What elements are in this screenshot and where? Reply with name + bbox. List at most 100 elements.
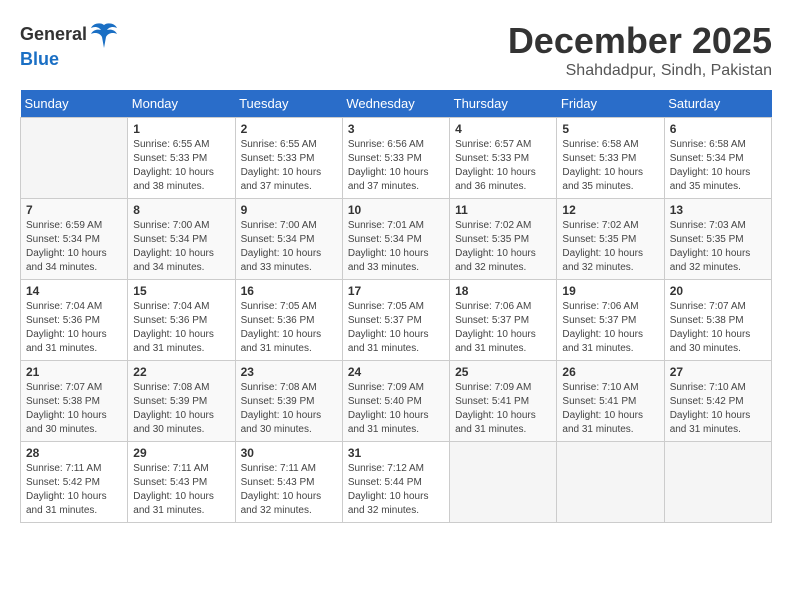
day-info: Sunrise: 7:05 AMSunset: 5:36 PMDaylight:… [241,300,337,356]
day-info: Sunrise: 7:06 AMSunset: 5:37 PMDaylight:… [562,300,658,356]
calendar-cell: 20 Sunrise: 7:07 AMSunset: 5:38 PMDayligh… [664,280,771,361]
calendar-cell: 2 Sunrise: 6:55 AMSunset: 5:33 PMDaylight… [235,118,342,199]
day-number: 5 [562,122,658,136]
day-info: Sunrise: 7:09 AMSunset: 5:41 PMDaylight:… [455,381,551,437]
weekday-header-cell: Tuesday [235,90,342,118]
day-info: Sunrise: 6:59 AMSunset: 5:34 PMDaylight:… [26,219,122,275]
logo-text-blue: Blue [20,50,119,70]
day-number: 11 [455,203,551,217]
calendar-cell: 15 Sunrise: 7:04 AMSunset: 5:36 PMDayligh… [128,280,235,361]
day-info: Sunrise: 7:02 AMSunset: 5:35 PMDaylight:… [455,219,551,275]
day-number: 9 [241,203,337,217]
calendar-week-row: 7Sunrise: 6:59 AMSunset: 5:34 PMDaylight… [21,199,772,280]
day-number: 25 [455,365,551,379]
calendar-cell: 28 Sunrise: 7:11 AMSunset: 5:42 PMDayligh… [21,442,128,523]
calendar-cell: 9 Sunrise: 7:00 AMSunset: 5:34 PMDaylight… [235,199,342,280]
calendar-body: 1 Sunrise: 6:55 AMSunset: 5:33 PMDaylight… [21,118,772,523]
calendar-week-row: 1 Sunrise: 6:55 AMSunset: 5:33 PMDaylight… [21,118,772,199]
calendar-week-row: 21Sunrise: 7:07 AMSunset: 5:38 PMDayligh… [21,361,772,442]
day-number: 31 [348,446,444,460]
day-number: 8 [133,203,229,217]
weekday-header-cell: Friday [557,90,664,118]
day-info: Sunrise: 6:55 AMSunset: 5:33 PMDaylight:… [241,138,337,194]
day-number: 3 [348,122,444,136]
day-info: Sunrise: 6:55 AMSunset: 5:33 PMDaylight:… [133,138,229,194]
calendar-cell: 14 Sunrise: 7:04 AMSunset: 5:36 PMDayligh… [21,280,128,361]
day-number: 18 [455,284,551,298]
logo: General Blue [20,20,119,70]
day-info: Sunrise: 7:11 AMSunset: 5:43 PMDaylight:… [133,462,229,518]
calendar-cell: 23 Sunrise: 7:08 AMSunset: 5:39 PMDayligh… [235,361,342,442]
calendar-cell [557,442,664,523]
day-info: Sunrise: 7:02 AMSunset: 5:35 PMDaylight:… [562,219,658,275]
day-number: 24 [348,365,444,379]
weekday-header-cell: Saturday [664,90,771,118]
day-info: Sunrise: 7:07 AMSunset: 5:38 PMDaylight:… [670,300,766,356]
calendar-cell: 11 Sunrise: 7:02 AMSunset: 5:35 PMDayligh… [450,199,557,280]
calendar-cell [21,118,128,199]
day-number: 13 [670,203,766,217]
day-number: 14 [26,284,122,298]
day-info: Sunrise: 7:12 AMSunset: 5:44 PMDaylight:… [348,462,444,518]
calendar-cell: 31 Sunrise: 7:12 AMSunset: 5:44 PMDayligh… [342,442,449,523]
calendar-week-row: 14 Sunrise: 7:04 AMSunset: 5:36 PMDayligh… [21,280,772,361]
calendar-cell: 8 Sunrise: 7:00 AMSunset: 5:34 PMDaylight… [128,199,235,280]
day-number: 2 [241,122,337,136]
day-info: Sunrise: 7:04 AMSunset: 5:36 PMDaylight:… [133,300,229,356]
calendar-cell [450,442,557,523]
day-number: 30 [241,446,337,460]
day-info: Sunrise: 6:58 AMSunset: 5:34 PMDaylight:… [670,138,766,194]
calendar-cell: 16 Sunrise: 7:05 AMSunset: 5:36 PMDayligh… [235,280,342,361]
header: General Blue December 2025 Shahdadpur, S… [20,20,772,80]
calendar-cell: 17 Sunrise: 7:05 AMSunset: 5:37 PMDayligh… [342,280,449,361]
month-title: December 2025 [508,20,772,62]
logo-bird-icon [89,20,119,50]
day-number: 20 [670,284,766,298]
calendar-cell: 5Sunrise: 6:58 AMSunset: 5:33 PMDaylight… [557,118,664,199]
calendar-cell: 10 Sunrise: 7:01 AMSunset: 5:34 PMDayligh… [342,199,449,280]
weekday-header-cell: Wednesday [342,90,449,118]
calendar: SundayMondayTuesdayWednesdayThursdayFrid… [20,90,772,523]
day-info: Sunrise: 7:08 AMSunset: 5:39 PMDaylight:… [133,381,229,437]
day-info: Sunrise: 7:00 AMSunset: 5:34 PMDaylight:… [133,219,229,275]
day-info: Sunrise: 7:09 AMSunset: 5:40 PMDaylight:… [348,381,444,437]
logo-text-general: General [20,25,87,45]
calendar-cell: 29 Sunrise: 7:11 AMSunset: 5:43 PMDayligh… [128,442,235,523]
day-info: Sunrise: 6:57 AMSunset: 5:33 PMDaylight:… [455,138,551,194]
title-area: December 2025 Shahdadpur, Sindh, Pakista… [508,20,772,80]
calendar-cell: 21Sunrise: 7:07 AMSunset: 5:38 PMDayligh… [21,361,128,442]
calendar-cell: 7Sunrise: 6:59 AMSunset: 5:34 PMDaylight… [21,199,128,280]
day-number: 12 [562,203,658,217]
weekday-header-row: SundayMondayTuesdayWednesdayThursdayFrid… [21,90,772,118]
day-info: Sunrise: 7:00 AMSunset: 5:34 PMDaylight:… [241,219,337,275]
day-info: Sunrise: 7:11 AMSunset: 5:42 PMDaylight:… [26,462,122,518]
calendar-cell: 27Sunrise: 7:10 AMSunset: 5:42 PMDayligh… [664,361,771,442]
day-number: 23 [241,365,337,379]
day-info: Sunrise: 7:10 AMSunset: 5:41 PMDaylight:… [562,381,658,437]
calendar-cell: 30Sunrise: 7:11 AMSunset: 5:43 PMDayligh… [235,442,342,523]
weekday-header-cell: Thursday [450,90,557,118]
calendar-week-row: 28 Sunrise: 7:11 AMSunset: 5:42 PMDayligh… [21,442,772,523]
day-info: Sunrise: 6:56 AMSunset: 5:33 PMDaylight:… [348,138,444,194]
day-info: Sunrise: 7:08 AMSunset: 5:39 PMDaylight:… [241,381,337,437]
day-number: 16 [241,284,337,298]
day-info: Sunrise: 7:04 AMSunset: 5:36 PMDaylight:… [26,300,122,356]
calendar-cell: 25 Sunrise: 7:09 AMSunset: 5:41 PMDayligh… [450,361,557,442]
day-number: 1 [133,122,229,136]
calendar-cell: 26 Sunrise: 7:10 AMSunset: 5:41 PMDayligh… [557,361,664,442]
day-number: 29 [133,446,229,460]
day-number: 15 [133,284,229,298]
calendar-cell: 6 Sunrise: 6:58 AMSunset: 5:34 PMDaylight… [664,118,771,199]
calendar-cell: 13Sunrise: 7:03 AMSunset: 5:35 PMDayligh… [664,199,771,280]
day-number: 22 [133,365,229,379]
calendar-cell: 22 Sunrise: 7:08 AMSunset: 5:39 PMDayligh… [128,361,235,442]
day-info: Sunrise: 7:05 AMSunset: 5:37 PMDaylight:… [348,300,444,356]
day-number: 26 [562,365,658,379]
day-number: 10 [348,203,444,217]
day-info: Sunrise: 7:07 AMSunset: 5:38 PMDaylight:… [26,381,122,437]
day-info: Sunrise: 7:01 AMSunset: 5:34 PMDaylight:… [348,219,444,275]
day-number: 28 [26,446,122,460]
location-title: Shahdadpur, Sindh, Pakistan [508,62,772,80]
day-number: 17 [348,284,444,298]
day-number: 6 [670,122,766,136]
